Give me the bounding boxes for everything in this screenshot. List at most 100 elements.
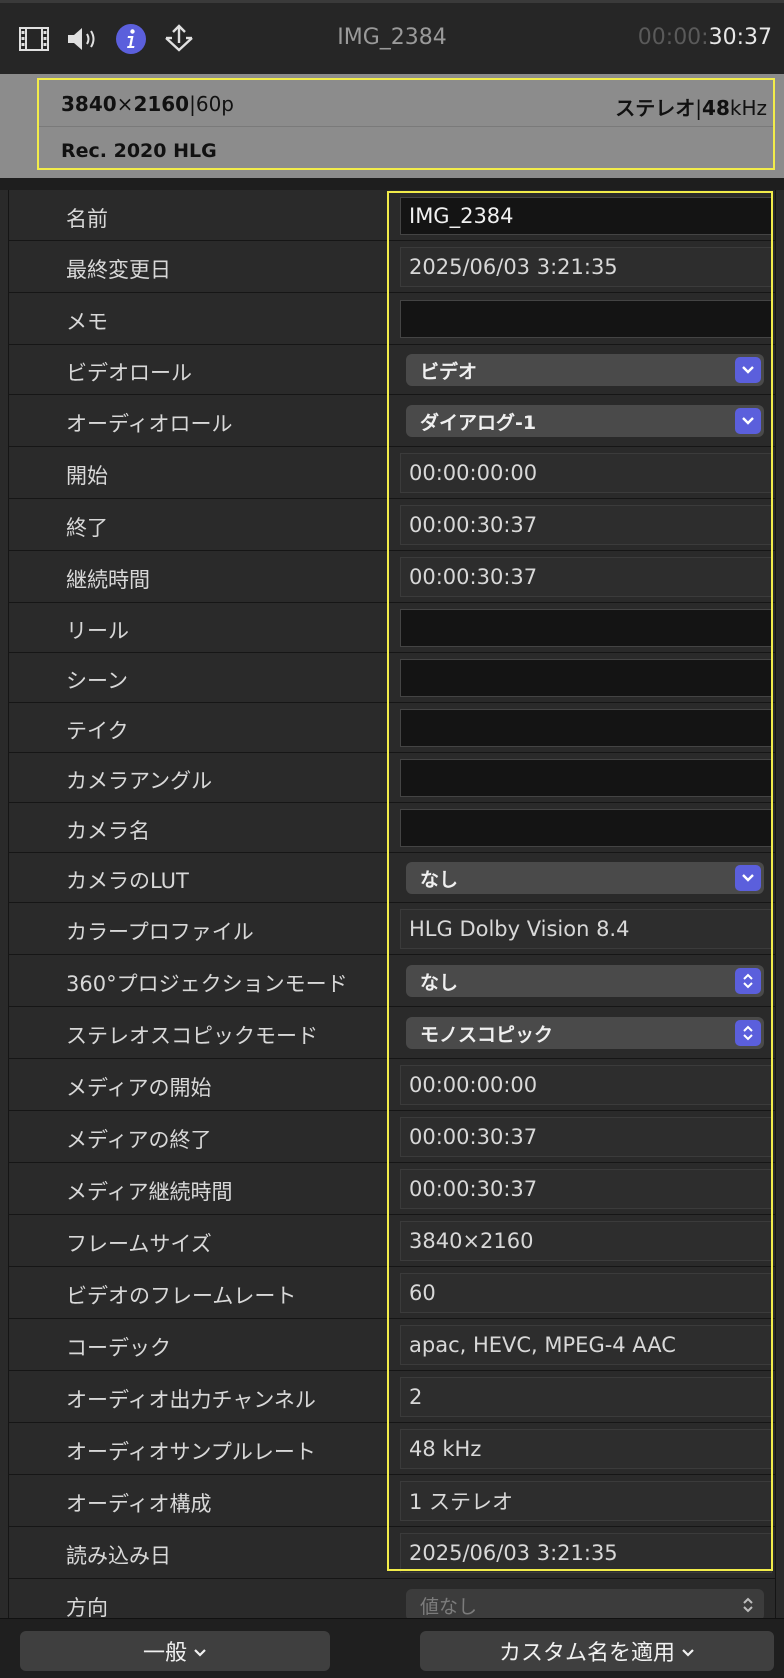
property-value: 1 ステレオ: [400, 1481, 772, 1521]
property-row: オーディオ構成 1 ステレオ: [8, 1475, 776, 1527]
property-row: メディアの終了 00:00:30:37: [8, 1111, 776, 1163]
popup-value: なし: [420, 971, 459, 994]
property-row: 名前 IMG_2384: [8, 190, 776, 241]
chevron-down-icon: [193, 1639, 207, 1664]
property-popup: 値なし: [406, 1589, 764, 1618]
popup-value: なし: [420, 868, 459, 891]
property-row: 継続時間 00:00:30:37: [8, 551, 776, 603]
property-row: カラープロファイル HLG Dolby Vision 8.4: [8, 903, 776, 955]
property-row: シーン: [8, 653, 776, 703]
property-value: 00:00:30:37: [400, 1117, 772, 1157]
property-label: 名前: [66, 207, 108, 231]
property-row: 方向 値なし: [8, 1579, 776, 1618]
property-row: カメラ名: [8, 803, 776, 853]
property-label: 開始: [66, 464, 108, 488]
chevron-down-icon: [735, 357, 761, 383]
property-text-field[interactable]: [400, 759, 772, 797]
property-label: フレームサイズ: [66, 1232, 212, 1256]
property-row: メディアの開始 00:00:00:00: [8, 1059, 776, 1111]
property-popup[interactable]: なし: [406, 965, 764, 997]
property-value: 48 kHz: [400, 1429, 772, 1469]
property-list[interactable]: 名前 IMG_2384 最終変更日 2025/06/03 3:21:35 メモ ビデオロー…: [0, 190, 784, 1618]
property-label: メディアの終了: [66, 1128, 212, 1152]
property-label: オーディオサンプルレート: [66, 1440, 316, 1464]
property-label: コーデック: [66, 1336, 171, 1360]
chevron-down-icon: [735, 865, 761, 891]
property-text-field[interactable]: [400, 659, 772, 697]
property-label: オーディオ出力チャンネル: [66, 1388, 316, 1412]
general-view-button[interactable]: 一般: [20, 1631, 330, 1671]
property-label: ビデオのフレームレート: [66, 1284, 297, 1308]
property-label: 最終変更日: [66, 258, 171, 282]
property-label: ビデオロール: [66, 361, 192, 385]
property-label: シーン: [66, 669, 128, 693]
property-row: メモ: [8, 293, 776, 345]
inspector-footer: 一般 カスタム名を適用: [0, 1618, 784, 1678]
property-label: オーディオ構成: [66, 1492, 212, 1516]
general-view-label: 一般: [142, 1641, 187, 1666]
property-value: apac, HEVC, MPEG-4 AAC: [400, 1325, 772, 1365]
chevron-down-icon: [681, 1639, 695, 1664]
property-value: 00:00:30:37: [400, 1169, 772, 1209]
property-value: 00:00:30:37: [400, 505, 772, 545]
inspector-toolbar: IMG_2384 00:00:30:37: [0, 0, 784, 74]
color-space: Rec. 2020 HLG: [61, 140, 217, 162]
chevron-updown-icon: [735, 968, 761, 994]
property-label: 継続時間: [66, 568, 150, 592]
property-label: 方向: [66, 1596, 108, 1618]
property-label: 終了: [66, 516, 108, 540]
property-value: 60: [400, 1273, 772, 1313]
property-label: ステレオスコピックモード: [66, 1024, 318, 1048]
property-popup[interactable]: ビデオ: [406, 354, 764, 386]
property-row: コーデック apac, HEVC, MPEG-4 AAC: [8, 1319, 776, 1371]
chevron-updown-icon: [735, 1020, 761, 1046]
property-label: テイク: [66, 719, 129, 743]
chevron-down-icon: [735, 408, 761, 434]
property-row: 開始 00:00:00:00: [8, 447, 776, 499]
property-label: カメラのLUT: [66, 869, 189, 893]
property-text-field[interactable]: [400, 609, 772, 647]
property-popup[interactable]: なし: [406, 862, 764, 894]
timecode-dim: 00:00:: [637, 25, 709, 50]
popup-value: ダイアログ-1: [420, 411, 537, 434]
property-label: カメラ名: [66, 819, 150, 843]
property-text-field[interactable]: IMG_2384: [400, 197, 772, 235]
property-text-field[interactable]: [400, 809, 772, 847]
property-value: 00:00:00:00: [400, 1065, 772, 1105]
property-value: 2: [400, 1377, 772, 1417]
property-label: リール: [66, 619, 129, 643]
summary-divider: [39, 126, 773, 127]
property-row: ビデオのフレームレート 60: [8, 1267, 776, 1319]
property-label: オーディオロール: [66, 412, 233, 436]
property-label: カメラアングル: [66, 769, 213, 793]
property-popup[interactable]: ダイアログ-1: [406, 405, 764, 437]
property-row: 360°プロジェクションモード なし: [8, 955, 776, 1007]
popup-value: 値なし: [420, 1595, 478, 1618]
summary-highlight: 3840×2160|60p ステレオ|48kHz Rec. 2020 HLG: [37, 78, 775, 170]
property-row: リール: [8, 603, 776, 653]
apply-custom-name-button[interactable]: カスタム名を適用: [420, 1631, 774, 1671]
property-row: 最終変更日 2025/06/03 3:21:35: [8, 241, 776, 293]
property-row: フレームサイズ 3840×2160: [8, 1215, 776, 1267]
property-row: 終了 00:00:30:37: [8, 499, 776, 551]
clip-summary: 3840×2160|60p ステレオ|48kHz Rec. 2020 HLG: [0, 74, 784, 178]
property-popup[interactable]: モノスコピック: [406, 1017, 764, 1049]
property-row: ステレオスコピックモード モノスコピック: [8, 1007, 776, 1059]
popup-value: モノスコピック: [420, 1023, 554, 1046]
property-text-field[interactable]: [400, 709, 772, 747]
property-row: カメラのLUT なし: [8, 853, 776, 903]
timecode-bright: 30:37: [708, 25, 772, 50]
property-value: 00:00:00:00: [400, 453, 772, 493]
property-text-field[interactable]: [400, 300, 772, 338]
property-value: 00:00:30:37: [400, 557, 772, 597]
audio-format: ステレオ|48kHz: [615, 96, 767, 120]
property-row: テイク: [8, 703, 776, 753]
property-label: メモ: [66, 310, 108, 334]
property-label: メディア継続時間: [66, 1180, 233, 1204]
property-row: オーディオ出力チャンネル 2: [8, 1371, 776, 1423]
property-value: HLG Dolby Vision 8.4: [400, 909, 772, 949]
property-value: 2025/06/03 3:21:35: [400, 1533, 772, 1573]
apply-custom-name-label: カスタム名を適用: [498, 1641, 675, 1666]
property-row: 読み込み日 2025/06/03 3:21:35: [8, 1527, 776, 1579]
duration-timecode: 00:00:30:37: [638, 25, 772, 50]
